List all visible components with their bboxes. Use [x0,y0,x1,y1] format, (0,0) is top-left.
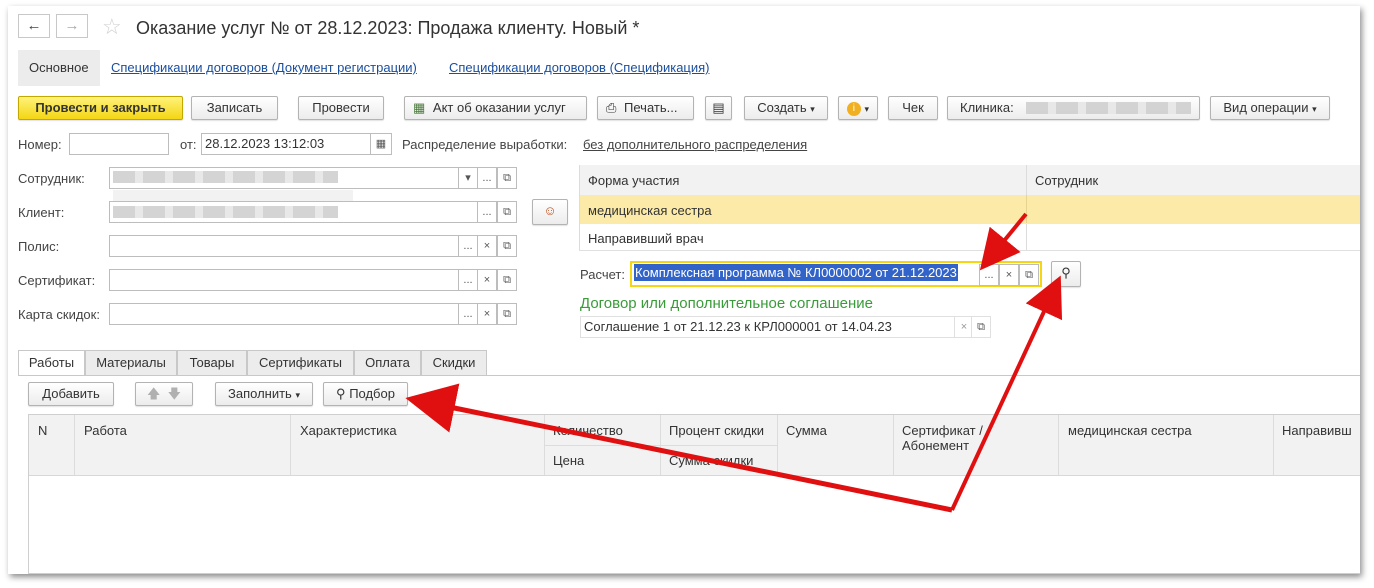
arrow-to-pick [405,383,953,513]
arrow-to-search [950,275,1063,511]
annotation-arrows [405,212,1063,513]
arrow-to-calculation [979,212,1028,271]
